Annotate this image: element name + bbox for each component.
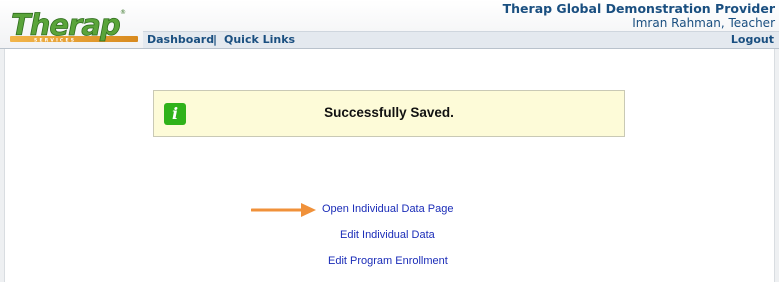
content-frame-right <box>774 49 779 282</box>
svg-text:®: ® <box>120 9 126 16</box>
arrow-right-icon <box>251 203 316 217</box>
account-info: Therap Global Demonstration Provider Imr… <box>502 1 775 31</box>
nav-bar: Dashboard | Quick Links Logout <box>143 31 779 48</box>
nav-separator: | <box>213 33 218 46</box>
content-frame-left <box>0 49 5 282</box>
therap-logo[interactable]: Therap SERVICES ® <box>8 2 142 46</box>
success-message-text: Successfully Saved. <box>324 105 454 120</box>
user-name: Imran Rahman, Teacher <box>632 16 775 30</box>
header-divider <box>0 48 779 49</box>
edit-program-enrollment-link[interactable]: Edit Program Enrollment <box>328 255 448 267</box>
svg-text:Therap: Therap <box>11 8 120 42</box>
success-message: i Successfully Saved. <box>153 90 625 137</box>
logout-link[interactable]: Logout <box>731 33 774 47</box>
quick-links-link[interactable]: Quick Links <box>224 33 295 47</box>
open-individual-data-page-link[interactable]: Open Individual Data Page <box>322 203 453 215</box>
provider-name: Therap Global Demonstration Provider <box>502 1 775 16</box>
edit-individual-data-link[interactable]: Edit Individual Data <box>340 229 435 241</box>
app-header: Therap SERVICES ® Therap Global Demonstr… <box>0 0 779 48</box>
svg-text:SERVICES: SERVICES <box>34 38 76 44</box>
dashboard-link[interactable]: Dashboard <box>147 33 214 47</box>
